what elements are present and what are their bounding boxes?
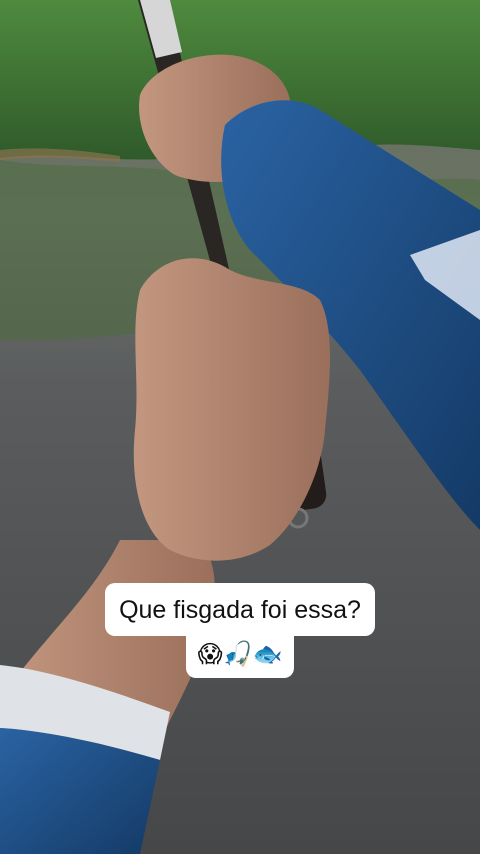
video-caption: Que fisgada foi essa? 😱🎣🐟 [0,583,480,678]
caption-text-line1: Que fisgada foi essa? [105,583,375,636]
caption-emoji-line: 😱🎣🐟 [185,632,295,678]
video-frame [0,0,480,854]
